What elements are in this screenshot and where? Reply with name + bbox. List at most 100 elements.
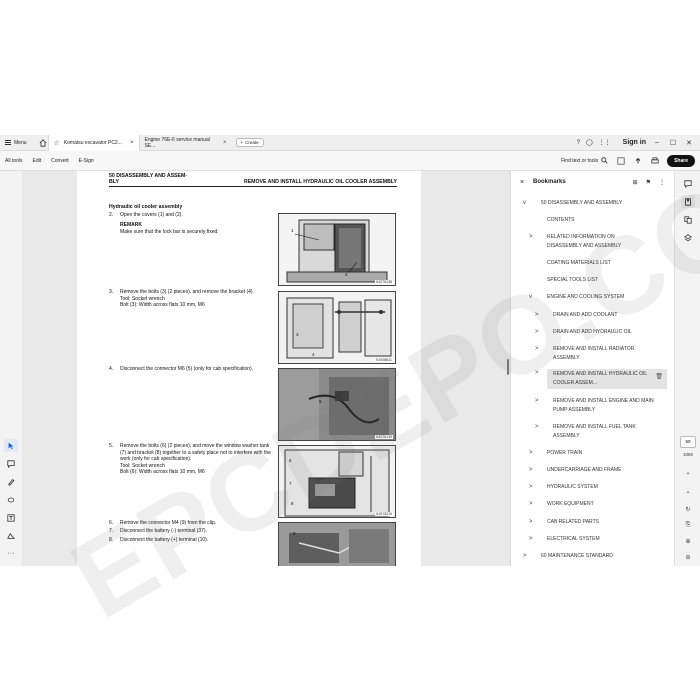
edit-button[interactable]: Edit (28, 158, 47, 164)
create-button[interactable]: + Create (235, 138, 264, 147)
bookmark-item[interactable]: > DRAIN AND ADD COOLANT (511, 311, 667, 320)
highlight-tool-icon[interactable] (4, 475, 18, 488)
text-tool-icon[interactable] (4, 511, 18, 524)
bookmark-item[interactable]: > 60 MAINTENANCE STANDARD (511, 552, 667, 561)
chevron-down-icon[interactable]: v (523, 199, 526, 208)
rotate-icon[interactable]: ↻ (681, 503, 695, 516)
step-text: Remove the connector M4 (9) from the cli… (120, 520, 217, 526)
page-number-input[interactable]: 50 (680, 436, 696, 448)
figure-code: 9JG78110 (375, 512, 393, 516)
layers-panel-icon[interactable] (681, 231, 695, 244)
chevron-right-icon[interactable]: > (535, 328, 539, 337)
convert-button[interactable]: Convert (46, 158, 74, 164)
star-icon[interactable]: ☆ (54, 139, 60, 147)
step-text: Disconnect the battery (-) terminal (37)… (120, 528, 207, 534)
bookmark-item-selected[interactable]: > REMOVE AND INSTALL HYDRAULIC OIL COOLE… (535, 369, 667, 389)
page-header: 50 DISASSEMBLY AND ASSEM- BLY REMOVE AND… (109, 173, 397, 187)
chevron-right-icon[interactable]: > (529, 500, 533, 509)
sign-in-button[interactable]: Sign in (623, 139, 646, 146)
bookmarks-panel: × Bookmarks ⊞ ⚑ ⋮ v 50 DISASSEMBLY AND A… (510, 171, 674, 566)
bookmark-item[interactable]: > POWER TRAIN (511, 449, 667, 458)
bookmark-item[interactable]: CONTENTS (511, 216, 667, 225)
esign-button[interactable]: E-Sign (74, 158, 99, 164)
print-icon[interactable] (650, 156, 659, 165)
scrollbar-thumb[interactable] (507, 359, 509, 375)
chevron-right-icon[interactable]: > (535, 423, 539, 432)
zoom-in-icon[interactable]: ⊕ (681, 535, 695, 548)
bookmark-label: ENGINE AND COOLING SYSTEM (547, 294, 625, 300)
bookmark-label: ELECTRICAL SYSTEM (547, 536, 600, 542)
bookmark-item[interactable]: > WORK EQUIPMENT (511, 500, 667, 509)
chevron-right-icon[interactable]: > (529, 233, 533, 242)
document-viewport[interactable]: 50 DISASSEMBLY AND ASSEM- BLY REMOVE AND… (22, 171, 510, 566)
fill-sign-tool-icon[interactable] (4, 529, 18, 542)
bookmark-item[interactable]: v ENGINE AND COOLING SYSTEM (511, 293, 667, 302)
more-tools-icon[interactable]: ··· (4, 547, 18, 560)
bookmark-item[interactable]: > RELATED INFORMATION ON DISASSEMBLY AND… (511, 233, 667, 251)
home-button[interactable] (38, 135, 48, 151)
share-button[interactable]: Share (667, 154, 695, 167)
close-tab-icon[interactable]: × (130, 140, 134, 146)
chevron-right-icon[interactable]: > (529, 449, 533, 458)
chevron-right-icon[interactable]: > (535, 397, 539, 406)
find-tools-button[interactable]: Find text or tools (561, 157, 608, 164)
bookmark-label: SPECIAL TOOLS LIST (547, 277, 599, 283)
bookmark-item[interactable]: COATING MATERIALS LIST (511, 259, 667, 268)
notifications-icon[interactable]: ◯ (586, 139, 593, 146)
bookmark-item[interactable]: > DRAIN AND ADD HYDRAULIC OIL (511, 328, 667, 337)
bookmark-item[interactable]: > REMOVE AND INSTALL FUEL TANK ASSEMBLY (511, 423, 667, 441)
comments-panel-icon[interactable] (681, 177, 695, 190)
minimize-icon[interactable]: – (652, 139, 662, 146)
tab-document-1[interactable]: ☆ Komatsu excavator PC2... × (47, 134, 140, 151)
draw-tool-icon[interactable] (4, 493, 18, 506)
chevron-right-icon[interactable]: > (523, 552, 527, 561)
bookmark-item[interactable]: v 50 DISASSEMBLY AND ASSEMBLY (511, 199, 667, 208)
callout: 4 (312, 352, 315, 357)
save-icon[interactable] (616, 156, 625, 165)
chevron-right-icon[interactable]: > (535, 369, 539, 378)
close-window-icon[interactable]: ✕ (684, 139, 694, 147)
page-fit-icon[interactable]: ⎘ (681, 519, 695, 532)
chevron-up-icon[interactable]: ⌃ (681, 469, 695, 482)
bookmark-item[interactable]: > HYDRAULIC SYSTEM (511, 483, 667, 492)
thumbnails-panel-icon[interactable] (681, 213, 695, 226)
all-tools-button[interactable]: All tools (0, 158, 28, 164)
bookmark-label: REMOVE AND INSTALL HYDRAULIC OIL COOLER … (553, 371, 648, 386)
close-tab-icon[interactable]: × (223, 140, 227, 146)
tab-document-2[interactable]: Engine 76E-6 service manual SE... × (140, 135, 232, 151)
comment-tool-icon[interactable] (4, 457, 18, 470)
chevron-right-icon[interactable]: > (529, 535, 533, 544)
zoom-out-icon[interactable]: ⊖ (681, 551, 695, 564)
bookmark-label: CONTENTS (547, 217, 575, 223)
trash-icon[interactable]: 🗑 (655, 373, 663, 382)
bookmark-icon[interactable]: ⚑ (646, 179, 651, 186)
callout: 1 (291, 228, 294, 233)
more-options-icon[interactable]: ⋮ (659, 179, 665, 186)
select-tool-icon[interactable] (4, 439, 18, 452)
bookmarks-panel-icon[interactable] (681, 195, 695, 208)
add-bookmark-icon[interactable]: ⊞ (633, 179, 638, 186)
upload-icon[interactable] (633, 156, 642, 165)
bookmark-item[interactable]: > REMOVE AND INSTALL ENGINE AND MAIN PUM… (511, 397, 667, 415)
close-panel-icon[interactable]: × (511, 179, 533, 186)
chevron-right-icon[interactable]: > (529, 466, 533, 475)
bookmark-item[interactable]: SPECIAL TOOLS LIST (511, 276, 667, 285)
chevron-right-icon[interactable]: > (535, 345, 539, 354)
maximize-icon[interactable]: ☐ (668, 139, 678, 147)
chevron-down-icon[interactable]: ⌄ (681, 485, 695, 498)
help-icon[interactable]: ? (577, 140, 580, 146)
apps-icon[interactable]: ⋮⋮ (599, 139, 611, 146)
tab-label: Komatsu excavator PC2... (63, 139, 122, 146)
callout: 6 (289, 458, 292, 463)
menu-button[interactable]: Menu (0, 135, 32, 151)
chevron-down-icon[interactable]: v (529, 293, 532, 302)
bookmark-item[interactable]: > CAB RELATED PARTS (511, 518, 667, 527)
chevron-right-icon[interactable]: > (529, 518, 533, 527)
remark-block: REMARK Make sure that the lock bar is se… (120, 222, 270, 235)
chevron-right-icon[interactable]: > (535, 311, 539, 320)
chevron-right-icon[interactable]: > (529, 483, 533, 492)
right-rail: 50 1060 ⌃ ⌄ ↻ ⎘ ⊕ ⊖ (674, 171, 700, 566)
bookmark-item[interactable]: > REMOVE AND INSTALL RADIATOR ASSEMBLY (511, 345, 667, 363)
bookmark-item[interactable]: > ELECTRICAL SYSTEM (511, 535, 667, 544)
bookmark-item[interactable]: > UNDERCARRIAGE AND FRAME (511, 466, 667, 475)
